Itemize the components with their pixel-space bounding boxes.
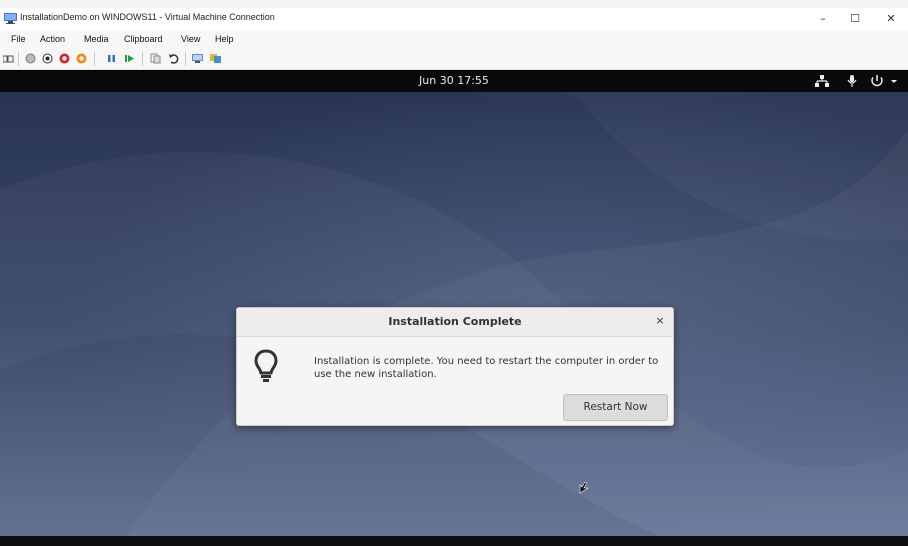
clock[interactable]: Jun 30 17:55	[0, 74, 908, 87]
save-icon[interactable]	[76, 53, 87, 64]
share-icon[interactable]	[210, 53, 221, 64]
enhanced-session-icon[interactable]	[192, 53, 203, 64]
minimize-button[interactable]: –	[808, 10, 838, 28]
mouse-cursor-icon	[579, 481, 590, 494]
maximize-button[interactable]: ☐	[840, 10, 870, 28]
dialog-title: Installation Complete	[388, 315, 522, 328]
resume-icon[interactable]	[124, 53, 135, 64]
shut-down-icon[interactable]	[59, 53, 70, 64]
menubar: File Action Media Clipboard View Help	[0, 30, 908, 48]
window-title: InstallationDemo on WINDOWS11 - Virtual …	[20, 12, 275, 22]
menu-action[interactable]: Action	[40, 34, 65, 44]
power-icon[interactable]	[871, 75, 883, 87]
system-status-area[interactable]	[810, 73, 906, 89]
checkpoint-icon[interactable]	[150, 53, 161, 64]
restart-now-button[interactable]: Restart Now	[563, 394, 668, 421]
dialog-close-button[interactable]: ×	[653, 314, 667, 328]
toolbar-separator	[94, 52, 95, 66]
network-icon[interactable]	[815, 75, 829, 87]
pause-icon[interactable]	[106, 53, 117, 64]
installation-complete-dialog: Installation Complete × Installation is …	[236, 307, 674, 426]
vm-connection-window: InstallationDemo on WINDOWS11 - Virtual …	[0, 0, 908, 546]
menu-help[interactable]: Help	[215, 34, 234, 44]
revert-icon[interactable]	[168, 53, 179, 64]
start-icon[interactable]	[25, 53, 36, 64]
menu-file[interactable]: File	[11, 34, 26, 44]
menu-view[interactable]: View	[181, 34, 200, 44]
ctrl-alt-del-icon[interactable]	[3, 53, 14, 64]
toolbar-separator	[185, 52, 186, 66]
microphone-icon[interactable]	[847, 75, 857, 87]
menu-clipboard[interactable]: Clipboard	[124, 34, 163, 44]
dialog-message: Installation is complete. You need to re…	[314, 356, 659, 380]
menu-media[interactable]: Media	[84, 34, 109, 44]
turn-off-icon[interactable]	[42, 53, 53, 64]
toolbar-separator	[142, 52, 143, 66]
vm-connection-icon	[4, 13, 17, 24]
window-titlebar[interactable]: InstallationDemo on WINDOWS11 - Virtual …	[0, 8, 908, 30]
toolbar	[0, 48, 908, 70]
close-window-button[interactable]: ✕	[876, 10, 906, 28]
toolbar-separator	[18, 52, 19, 66]
gnome-top-bar: Jun 30 17:55	[0, 70, 908, 92]
dialog-header: Installation Complete ×	[237, 308, 673, 337]
dropdown-arrow-icon[interactable]	[891, 80, 897, 83]
screen-bottom-edge	[0, 536, 908, 546]
lightbulb-icon	[254, 349, 278, 382]
